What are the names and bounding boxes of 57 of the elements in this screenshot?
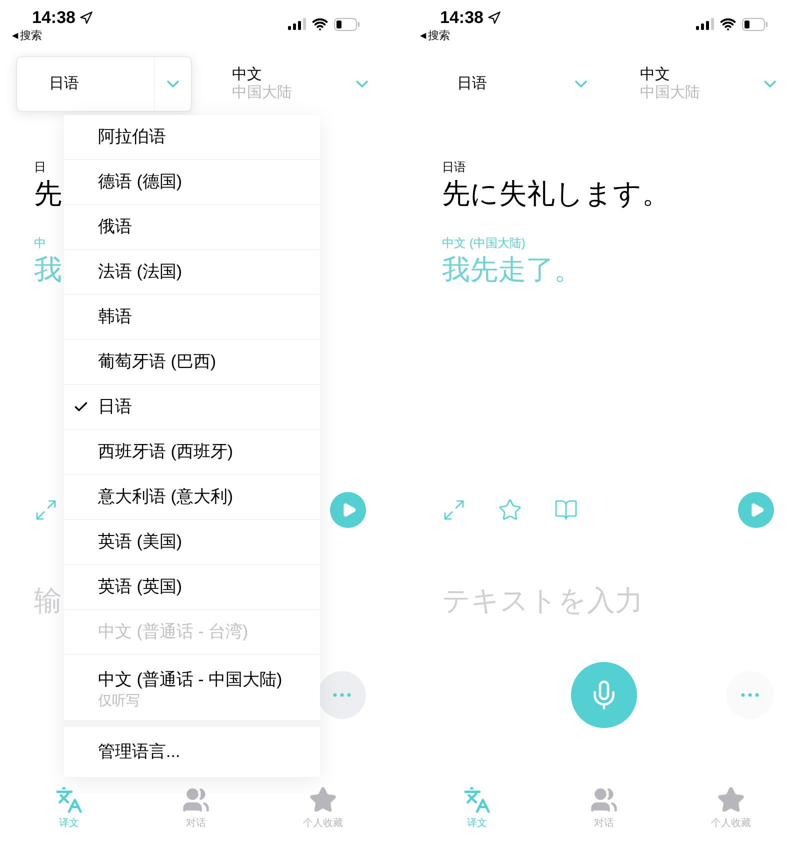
back-arrow[interactable]: ◀ bbox=[420, 30, 426, 42]
play-icon bbox=[341, 502, 357, 518]
target-language-selector[interactable]: 中文 中国大陆 bbox=[608, 56, 784, 112]
language-item[interactable]: 葡萄牙语 (巴西) bbox=[64, 340, 320, 385]
play-button[interactable] bbox=[738, 492, 774, 528]
people-icon bbox=[180, 786, 212, 814]
ellipsis-icon bbox=[741, 693, 759, 697]
battery-icon bbox=[334, 18, 360, 30]
book-icon[interactable] bbox=[554, 498, 578, 522]
manage-languages-item[interactable]: 管理语言... bbox=[64, 727, 320, 777]
source-language-label: 日 bbox=[34, 159, 46, 176]
star-icon[interactable] bbox=[498, 498, 522, 522]
source-language-label: 日语 bbox=[442, 159, 466, 176]
language-item[interactable]: 日语 bbox=[64, 385, 320, 430]
translate-icon bbox=[461, 786, 493, 814]
translated-text: 我先走了。 bbox=[442, 253, 582, 287]
battery-icon bbox=[742, 18, 768, 30]
signal-icon bbox=[696, 18, 714, 30]
language-item[interactable]: 意大利语 (意大利) bbox=[64, 475, 320, 520]
ellipsis-icon bbox=[333, 693, 351, 697]
back-arrow[interactable]: ◀ bbox=[12, 30, 18, 42]
source-language-selector[interactable]: 日语 bbox=[16, 56, 192, 112]
star-icon bbox=[715, 786, 747, 814]
more-button[interactable] bbox=[318, 671, 366, 719]
language-item[interactable]: 西班牙语 (西班牙) bbox=[64, 430, 320, 475]
back-link[interactable]: 搜索 bbox=[428, 28, 450, 44]
language-item[interactable]: 德语 (德国) bbox=[64, 160, 320, 205]
wifi-icon bbox=[720, 16, 736, 32]
language-item[interactable]: 韩语 bbox=[64, 295, 320, 340]
source-text: 先に失礼します。 bbox=[442, 177, 670, 211]
back-link[interactable]: 搜索 bbox=[20, 28, 42, 44]
target-language-label: 中 bbox=[34, 235, 46, 252]
time: 14:38 bbox=[440, 8, 484, 28]
expand-icon[interactable] bbox=[442, 498, 466, 522]
target-language-selector[interactable]: 中文 中国大陆 bbox=[200, 56, 376, 112]
more-button[interactable] bbox=[726, 671, 774, 719]
signal-icon bbox=[288, 18, 306, 30]
language-item[interactable]: 阿拉伯语 bbox=[64, 115, 320, 160]
language-item[interactable]: 中文 (普通话 - 中国大陆) 仅听写 bbox=[64, 655, 320, 721]
target-language-label: 中文 (中国大陆) bbox=[442, 235, 526, 252]
source-text: 先 bbox=[34, 177, 62, 211]
language-item[interactable]: 英语 (美国) bbox=[64, 520, 320, 565]
expand-icon[interactable] bbox=[34, 498, 58, 522]
wifi-icon bbox=[312, 16, 328, 32]
translated-text: 我 bbox=[34, 253, 62, 287]
location-icon bbox=[487, 11, 502, 25]
language-item[interactable]: 英语 (英国) bbox=[64, 565, 320, 610]
location-icon bbox=[79, 11, 94, 25]
source-language-selector[interactable]: 日语 bbox=[424, 56, 600, 112]
play-button[interactable] bbox=[330, 492, 366, 528]
language-item[interactable]: 俄语 bbox=[64, 205, 320, 250]
time: 14:38 bbox=[32, 8, 76, 28]
star-icon bbox=[307, 786, 339, 814]
play-icon bbox=[749, 502, 765, 518]
translate-icon bbox=[53, 786, 85, 814]
language-item[interactable]: 法语 (法国) bbox=[64, 250, 320, 295]
people-icon bbox=[588, 786, 620, 814]
